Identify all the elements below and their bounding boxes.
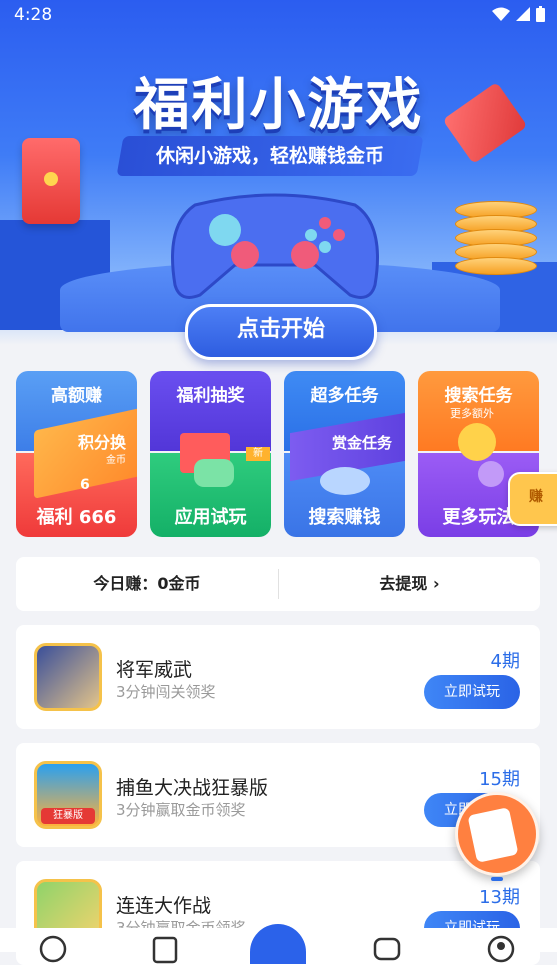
game-period: 4期 (490, 651, 520, 672)
status-icons (492, 6, 545, 22)
cards-tab-icon[interactable] (150, 934, 180, 964)
message-tab-icon[interactable] (372, 934, 402, 964)
welfare-tab-icon[interactable] (250, 924, 306, 964)
withdraw-link[interactable]: 去提现 › (279, 557, 540, 611)
tile-top-label: 超多任务 (310, 386, 379, 406)
search-bowl-icon (320, 467, 370, 495)
tile-mid-sub: 金币 (106, 455, 126, 466)
bottom-tab-bar (0, 924, 557, 964)
earn-float-widget[interactable]: 赚 (508, 472, 557, 526)
game-name: 将军威武 (116, 659, 193, 681)
status-time: 4:28 (14, 5, 53, 25)
wifi-icon (492, 7, 510, 21)
start-button[interactable]: 点击开始 (185, 304, 377, 360)
emoji-icon (478, 461, 504, 487)
game-desc: 3分钟闯关领奖 (116, 683, 216, 701)
profile-tab-icon[interactable] (486, 934, 516, 964)
feature-grid: 高额赚 积分换 金币 6 福利 666 新 福利抽奖 应用试玩 超多任务 赏金任… (16, 371, 540, 539)
feature-tile-high-earn[interactable]: 高额赚 积分换 金币 6 福利 666 (16, 371, 137, 537)
battery-icon (536, 6, 545, 22)
tile-top-label: 搜索任务 (444, 386, 513, 406)
tile-mid-sub: 更多额外 (450, 407, 494, 420)
tile-bottom-label: 应用试玩 (174, 507, 247, 528)
floating-ad-icon[interactable] (455, 792, 539, 876)
game-icon: 狂暴版 (34, 761, 102, 829)
floating-ad-indicator (491, 877, 503, 881)
tile-bottom-label: 福利 666 (36, 507, 117, 528)
new-badge: 新 (246, 447, 270, 461)
tile-top-label: 高额赚 (51, 386, 102, 406)
feature-tile-lottery[interactable]: 新 福利抽奖 应用试玩 (150, 371, 271, 537)
feature-tile-tasks[interactable]: 超多任务 赏金任务 搜索赚钱 (284, 371, 405, 537)
coin-stack-icon (455, 201, 537, 275)
tile-mid-label: 赏金任务 (332, 434, 393, 452)
tile-top-label: 福利抽奖 (176, 386, 245, 406)
game-desc: 3分钟赢取金币领奖 (116, 801, 246, 819)
game-icon-label: 狂暴版 (41, 808, 95, 824)
compass-tab-icon[interactable] (38, 934, 68, 964)
hero-subtitle: 休闲小游戏，轻松赚钱金币 (155, 145, 384, 167)
controller-icon (194, 459, 234, 487)
status-bar: 4:28 (0, 0, 557, 30)
hero-banner: 福利小游戏 休闲小游戏，轻松赚钱金币 (0, 0, 557, 345)
game-period: 13期 (479, 887, 520, 908)
coin-icon (458, 423, 496, 461)
tile-bottom-label: 搜索赚钱 (308, 507, 381, 528)
game-period: 15期 (479, 769, 520, 790)
game-name: 捕鱼大决战狂暴版 (116, 777, 269, 799)
game-card[interactable]: 将军威武 3分钟闯关领奖 4期 立即试玩 (16, 625, 540, 729)
red-packet-icon (22, 138, 80, 224)
game-name: 连连大作战 (116, 895, 212, 917)
signal-icon (516, 7, 530, 21)
earnings-card: 今日赚：0金币 去提现 › (16, 557, 540, 611)
tile-badge-number: 6 (80, 477, 90, 493)
hero-title: 福利小游戏 (133, 73, 424, 138)
try-now-button[interactable]: 立即试玩 (424, 675, 520, 709)
game-icon (34, 643, 102, 711)
today-earnings: 今日赚：0金币 (93, 574, 201, 593)
gamepad-icon (171, 193, 379, 299)
tile-mid-label: 积分换 (78, 433, 127, 452)
